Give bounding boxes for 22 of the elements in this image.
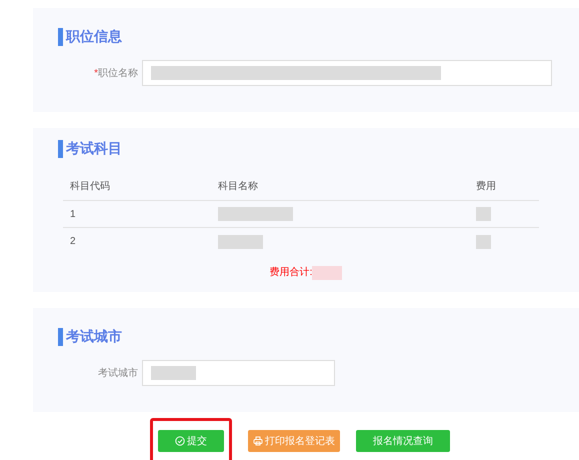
action-button[interactable]: 报名情况查询 — [356, 430, 450, 452]
section-title: 职位信息 — [66, 27, 122, 46]
section-marker — [58, 140, 63, 158]
section-title: 考试科目 — [66, 139, 122, 158]
input-field[interactable] — [142, 360, 335, 386]
section-title: 考试城市 — [66, 327, 122, 346]
section-marker — [58, 328, 63, 346]
field-label: 职位名称 — [98, 66, 138, 80]
required-marker: * — [94, 66, 98, 80]
column-header: 科目代码 — [69, 180, 111, 194]
column-header: 费用 — [475, 180, 497, 194]
action-button[interactable]: 打印报名登记表 — [248, 430, 340, 452]
check-circle-icon — [175, 436, 185, 446]
table-cell-text: 2 — [69, 235, 76, 249]
section-marker — [58, 28, 63, 46]
total-label: 费用合计: — [270, 266, 312, 280]
input-field[interactable] — [142, 60, 552, 86]
table-cell-text: 1 — [69, 208, 76, 222]
action-button[interactable]: 提交 — [158, 430, 224, 452]
field-label: 考试城市 — [98, 366, 138, 380]
printer-icon — [253, 436, 263, 446]
column-header: 科目名称 — [217, 180, 259, 194]
